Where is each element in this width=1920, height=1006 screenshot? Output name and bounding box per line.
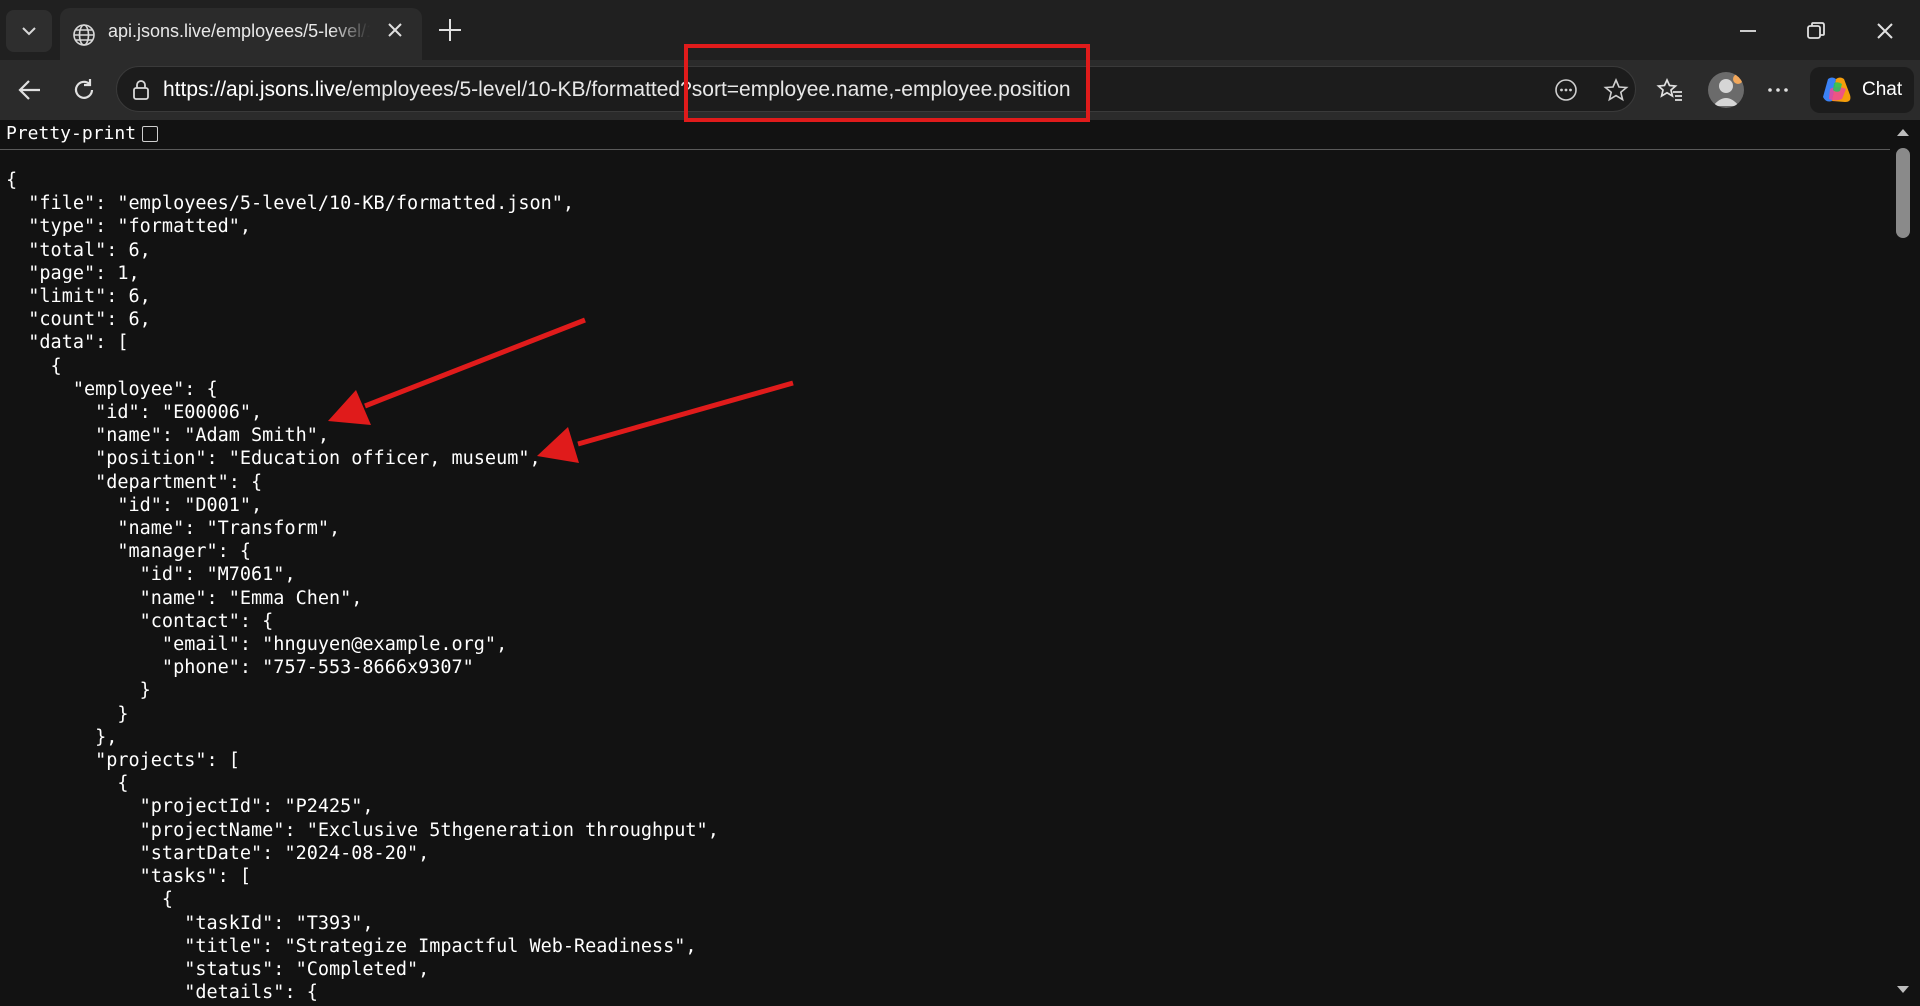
scroll-up-icon[interactable]: [1895, 126, 1911, 138]
refresh-icon[interactable]: [70, 76, 98, 104]
pretty-print-label: Pretty-print: [6, 123, 137, 144]
new-tab-icon[interactable]: [436, 16, 464, 44]
more-options-icon[interactable]: [1764, 76, 1792, 104]
chat-label: Chat: [1862, 79, 1903, 100]
back-arrow-icon[interactable]: [16, 76, 44, 104]
query-highlight-box: [684, 44, 1090, 122]
tab-actions-button[interactable]: [6, 10, 52, 52]
close-window-icon[interactable]: [1872, 18, 1898, 44]
avatar[interactable]: [1708, 72, 1744, 108]
globe-icon: [73, 24, 95, 46]
reading-options-icon[interactable]: [1553, 77, 1579, 103]
scrollbar-track[interactable]: [1890, 120, 1920, 1006]
lock-icon[interactable]: [131, 79, 151, 101]
tab-title: api.jsons.live/employees/5-level/10-KB/f…: [108, 21, 370, 41]
restore-icon[interactable]: [1803, 18, 1829, 44]
star-icon[interactable]: [1603, 77, 1629, 103]
copilot-chat-button[interactable]: Chat: [1810, 67, 1914, 113]
notification-dot: [1733, 74, 1743, 84]
active-tab[interactable]: api.jsons.live/employees/5-level/10-KB/f…: [60, 8, 422, 60]
json-content: { "file": "employees/5-level/10-KB/forma…: [6, 170, 719, 1004]
favorites-icon[interactable]: [1656, 76, 1684, 104]
scrollbar-thumb[interactable]: [1896, 148, 1910, 238]
url-path: /employees/5-level/10-KB/formatted: [346, 78, 681, 101]
chevron-down-icon: [22, 27, 36, 36]
copilot-icon: [1823, 77, 1851, 102]
close-tab-icon[interactable]: [384, 19, 406, 41]
scroll-down-icon[interactable]: [1895, 984, 1911, 996]
minimize-icon[interactable]: [1735, 18, 1761, 44]
pretty-print-checkbox[interactable]: [142, 126, 158, 142]
url-host: https://api.jsons.live: [163, 78, 347, 101]
pretty-print-bar: Pretty-print: [0, 120, 1890, 150]
